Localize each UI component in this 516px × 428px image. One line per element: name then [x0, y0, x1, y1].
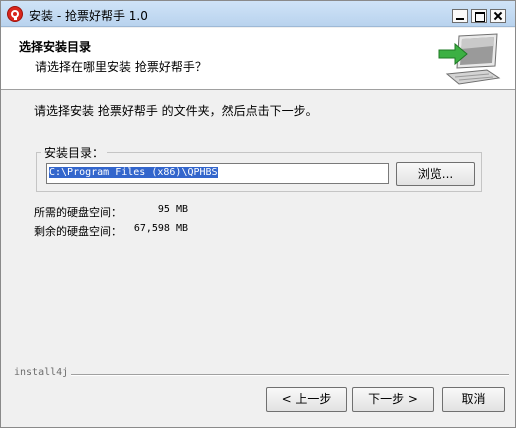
- title-bar[interactable]: 安装 - 抢票好帮手 1.0: [1, 1, 515, 27]
- close-button[interactable]: [490, 9, 506, 23]
- browse-button[interactable]: 浏览...: [396, 162, 475, 186]
- page-title: 选择安装目录: [19, 40, 92, 54]
- installer-brand: install4j: [14, 367, 69, 378]
- directory-group-label: 安装目录：: [41, 144, 108, 161]
- next-button[interactable]: 下一步 >: [352, 387, 434, 412]
- required-space-label: 所需的硬盘空间：: [34, 206, 122, 219]
- back-button[interactable]: < 上一步: [266, 387, 347, 412]
- install-path-input[interactable]: C:\Program Files (x86)\QPHBS: [46, 163, 389, 184]
- install-computer-icon: [438, 33, 501, 85]
- install-path-value: C:\Program Files (x86)\QPHBS: [49, 167, 218, 178]
- wizard-header: 选择安装目录 请选择在哪里安装 抢票好帮手？: [1, 28, 515, 90]
- installer-window: 安装 - 抢票好帮手 1.0 选择安装目录 请选择在哪里安装 抢票好帮手？ 请选…: [0, 0, 516, 428]
- cancel-button[interactable]: 取消: [442, 387, 505, 412]
- footer-divider: [71, 374, 509, 376]
- required-space-value: 95 MB: [157, 204, 188, 215]
- page-subtitle: 请选择在哪里安装 抢票好帮手？: [35, 60, 207, 74]
- instruction-text: 请选择安装 抢票好帮手 的文件夹，然后点击下一步。: [34, 104, 318, 118]
- minimize-button[interactable]: [452, 9, 468, 23]
- free-space-label: 剩余的硬盘空间：: [34, 225, 122, 238]
- free-space-value: 67,598 MB: [133, 223, 188, 234]
- app-logo-icon: [7, 6, 23, 22]
- maximize-button[interactable]: [471, 9, 487, 23]
- window-title: 安装 - 抢票好帮手 1.0: [29, 9, 148, 23]
